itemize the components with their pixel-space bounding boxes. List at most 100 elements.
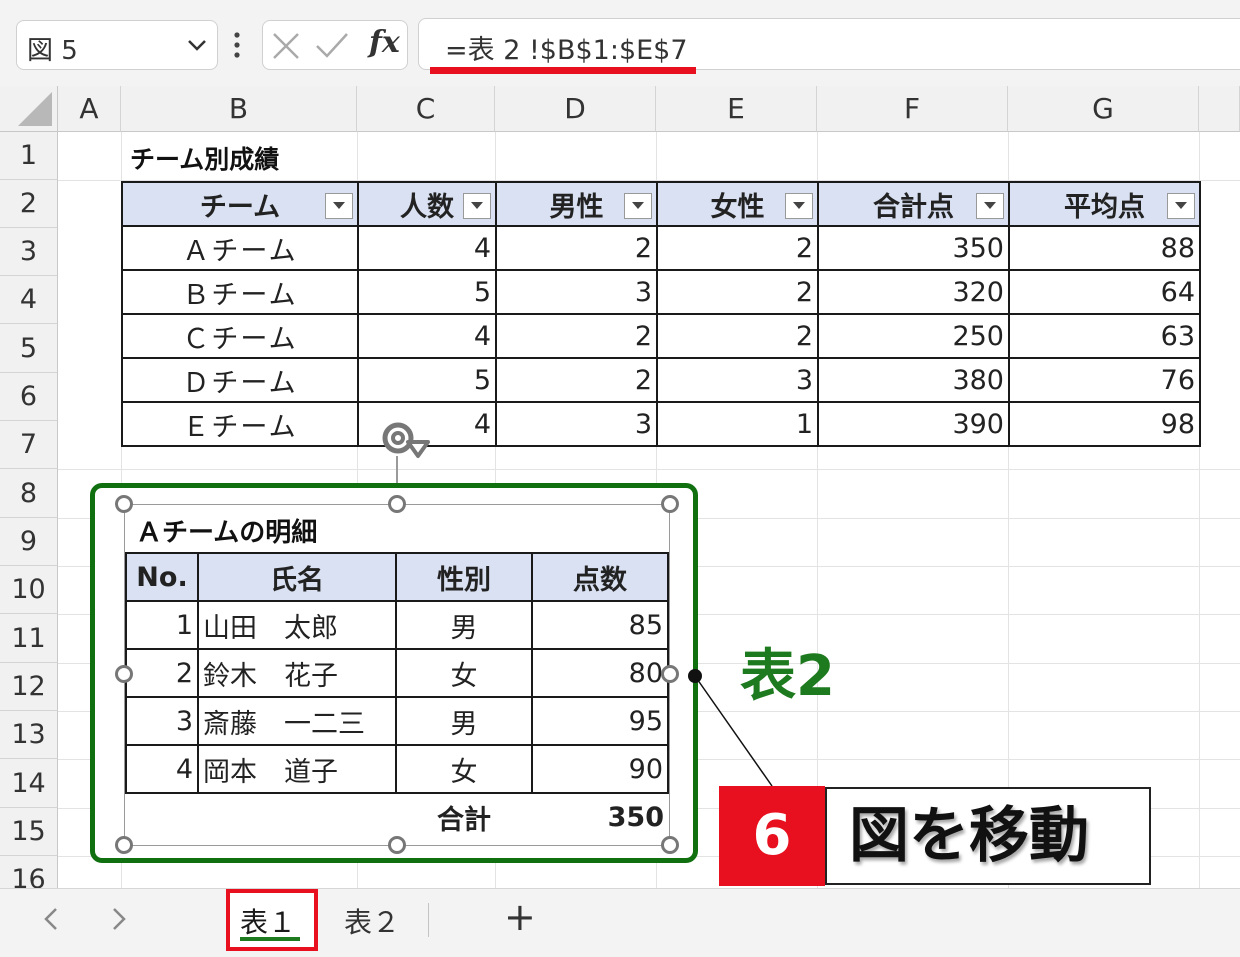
table-cell[interactable]: 5	[357, 357, 497, 403]
select-all-corner[interactable]	[0, 86, 58, 132]
filter-dropdown-button[interactable]	[1167, 193, 1195, 219]
table-cell[interactable]: Ｄチーム	[121, 357, 359, 403]
column-header-a[interactable]: A	[58, 86, 121, 132]
table-cell[interactable]: 390	[817, 401, 1010, 447]
header-cell[interactable]: 平均点	[1008, 181, 1201, 227]
header-cell[interactable]: 合計点	[817, 181, 1010, 227]
formula-text: =表 2 !$B$1:$E$7	[445, 35, 688, 66]
resize-handle-top-left[interactable]	[115, 495, 133, 513]
table-cell[interactable]: 380	[817, 357, 1010, 403]
column-header-f[interactable]: F	[817, 86, 1008, 132]
sheet-title[interactable]: チーム別成績	[130, 140, 279, 176]
column-header-g[interactable]: G	[1008, 86, 1199, 132]
sheet-tab-2[interactable]: 表２	[334, 889, 428, 951]
row-header-8[interactable]: 8	[0, 469, 58, 518]
header-cell[interactable]: チーム	[121, 181, 359, 227]
table-cell[interactable]: Ｅチーム	[121, 401, 359, 447]
checkmark-icon[interactable]	[315, 32, 349, 60]
table-cell[interactable]: 63	[1008, 313, 1201, 359]
table-cell[interactable]: 2	[656, 269, 819, 315]
table-cell[interactable]: 250	[817, 313, 1010, 359]
column-header-d[interactable]: D	[495, 86, 656, 132]
table-cell[interactable]: 3	[656, 357, 819, 403]
row-header-15[interactable]: 15	[0, 808, 58, 856]
table-cell[interactable]: 64	[1008, 269, 1201, 315]
table-cell[interactable]: Ａチーム	[121, 225, 359, 271]
table-cell[interactable]: 88	[1008, 225, 1201, 271]
column-header-e[interactable]: E	[656, 86, 817, 132]
table-cell[interactable]: 3	[495, 269, 658, 315]
insert-function-icon[interactable]: fx	[369, 25, 400, 60]
cancel-icon[interactable]	[271, 32, 301, 60]
row-header-3[interactable]: 3	[0, 228, 58, 276]
filter-dropdown-button[interactable]	[463, 193, 491, 219]
team-results-table: チーム 人数 男性 女性 合計点 平均点 Ａチーム 4 2 2 350 88 Ｂ…	[121, 181, 1201, 447]
row-header-12[interactable]: 12	[0, 663, 58, 711]
row-header-2[interactable]: 2	[0, 180, 58, 228]
row-header-13[interactable]: 13	[0, 711, 58, 759]
row-header-7[interactable]: 7	[0, 421, 58, 469]
row-header-10[interactable]: 10	[0, 566, 58, 614]
worksheet[interactable]: A B C D E F G 1 2 3 4 5 6 7 8 9 10 11 12…	[0, 86, 1240, 888]
table-row: Ｃチーム 4 2 2 250 63	[121, 313, 1201, 359]
filter-dropdown-button[interactable]	[624, 193, 652, 219]
filter-dropdown-button[interactable]	[976, 193, 1004, 219]
resize-handle-left[interactable]	[115, 665, 133, 683]
table-cell[interactable]: 98	[1008, 401, 1201, 447]
header-label: チーム	[199, 191, 281, 223]
table-cell[interactable]: 3	[495, 401, 658, 447]
table-cell[interactable]: 320	[817, 269, 1010, 315]
table-cell[interactable]: 2	[495, 225, 658, 271]
filter-dropdown-button[interactable]	[785, 193, 813, 219]
column-header-c[interactable]: C	[357, 86, 495, 132]
table-cell	[126, 793, 198, 841]
column-header-b[interactable]: B	[121, 86, 357, 132]
resize-handle-right[interactable]	[661, 665, 679, 683]
table-cell[interactable]: 350	[817, 225, 1010, 271]
more-options-icon[interactable]	[232, 30, 242, 60]
header-cell[interactable]: 男性	[495, 181, 658, 227]
resize-handle-bottom[interactable]	[388, 836, 406, 854]
table-cell[interactable]: Ｃチーム	[121, 313, 359, 359]
row-header-14[interactable]: 14	[0, 759, 58, 808]
table-cell[interactable]: 5	[357, 269, 497, 315]
header-cell[interactable]: 人数	[357, 181, 497, 227]
table-cell[interactable]: 4	[357, 313, 497, 359]
chevron-down-icon	[632, 202, 644, 209]
name-box[interactable]: 図 5	[16, 20, 218, 70]
resize-handle-top-right[interactable]	[661, 495, 679, 513]
header-cell[interactable]: 女性	[656, 181, 819, 227]
row-header-6[interactable]: 6	[0, 373, 58, 421]
header-cell: 性別	[395, 552, 533, 602]
sheet-tab-1[interactable]: 表１	[226, 889, 318, 951]
table-cell[interactable]: 2	[495, 357, 658, 403]
resize-handle-bottom-right[interactable]	[661, 836, 679, 854]
rotate-handle-icon[interactable]	[376, 416, 430, 460]
table-cell[interactable]: 76	[1008, 357, 1201, 403]
row-header-1[interactable]: 1	[0, 132, 58, 180]
formula-input[interactable]: =表 2 !$B$1:$E$7	[418, 18, 1240, 70]
table-cell[interactable]: 1	[656, 401, 819, 447]
row-header-9[interactable]: 9	[0, 518, 58, 566]
row-header-16[interactable]: 16	[0, 856, 58, 888]
chevron-right-icon[interactable]	[106, 905, 130, 933]
row-header-5[interactable]: 5	[0, 324, 58, 373]
table-cell[interactable]: 4	[357, 225, 497, 271]
resize-handle-bottom-left[interactable]	[115, 836, 133, 854]
column-header-next[interactable]	[1199, 86, 1240, 132]
table-cell[interactable]: 2	[656, 313, 819, 359]
table-cell: 女	[395, 648, 533, 698]
table-cell: 2	[125, 648, 199, 698]
resize-handle-top[interactable]	[388, 495, 406, 513]
table-cell[interactable]: 2	[495, 313, 658, 359]
add-sheet-icon[interactable]: +	[504, 895, 536, 939]
table-cell[interactable]: Ｂチーム	[121, 269, 359, 315]
header-label: 合計点	[873, 191, 954, 223]
row-header-11[interactable]: 11	[0, 614, 58, 663]
chevron-down-icon[interactable]	[187, 37, 207, 53]
picture-title: Ａチームの明細	[136, 518, 318, 548]
filter-dropdown-button[interactable]	[325, 193, 353, 219]
chevron-left-icon[interactable]	[40, 905, 64, 933]
table-cell[interactable]: 2	[656, 225, 819, 271]
row-header-4[interactable]: 4	[0, 276, 58, 324]
